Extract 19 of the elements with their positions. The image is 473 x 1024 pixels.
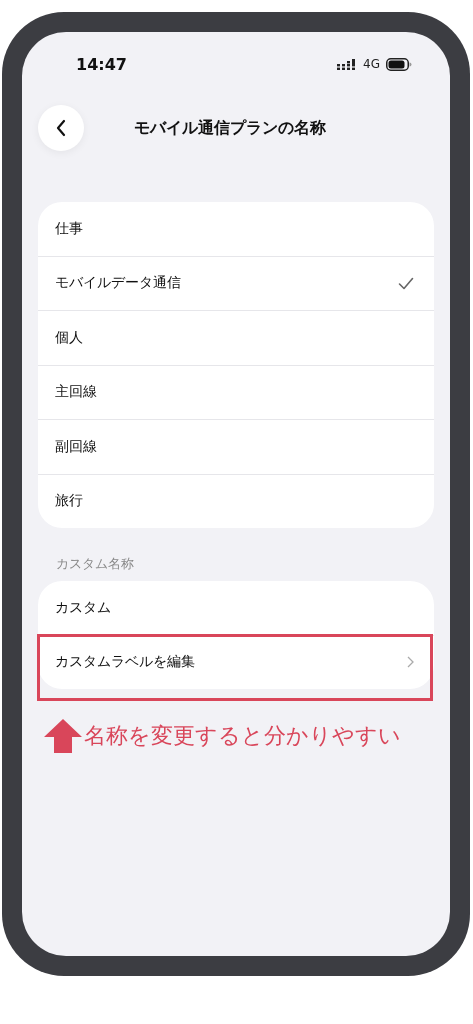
network-label: 4G (363, 57, 380, 71)
screen-title: モバイル通信プランの名称 (134, 117, 326, 139)
back-button[interactable] (38, 105, 84, 151)
section-header: カスタム名称 (56, 556, 135, 573)
battery-icon (386, 57, 412, 71)
plan-name-option[interactable]: 主回線 (38, 365, 434, 420)
edit-custom-label-row[interactable]: カスタムラベルを編集 (38, 635, 434, 689)
custom-option[interactable]: カスタム (38, 581, 434, 636)
plan-name-option[interactable]: 旅行 (38, 474, 434, 528)
plan-name-option[interactable]: 個人 (38, 311, 434, 366)
plan-name-option[interactable]: モバイルデータ通信 (38, 256, 434, 311)
status-time: 14:47 (76, 54, 127, 74)
up-arrow-icon (44, 719, 82, 753)
signal-icon (337, 58, 358, 70)
back-chevron-icon (55, 119, 67, 137)
annotation-text: 名称を変更すると分かりやすい (84, 722, 401, 750)
chevron-right-icon (407, 656, 414, 669)
plan-name-option[interactable]: 仕事 (38, 202, 434, 257)
plan-name-option[interactable]: 副回線 (38, 420, 434, 475)
